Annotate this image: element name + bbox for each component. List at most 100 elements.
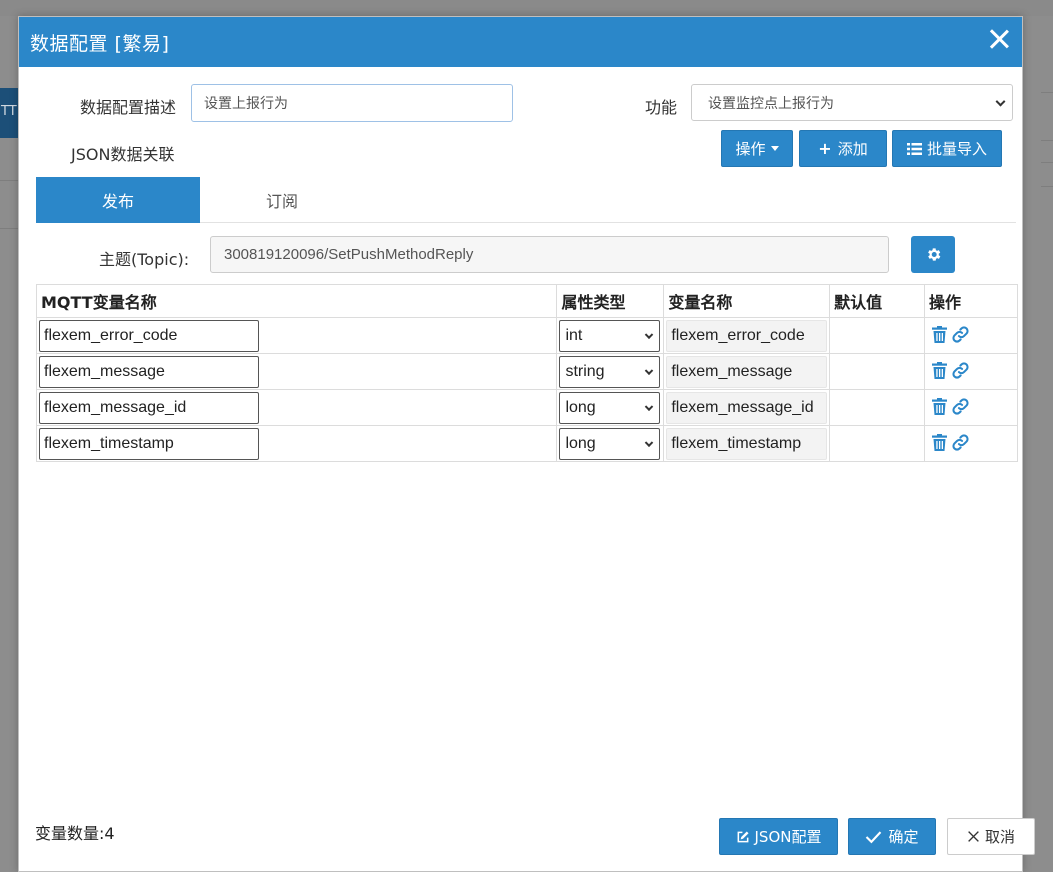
var-name-field: flexem_message bbox=[666, 356, 828, 388]
cell-type: long bbox=[556, 389, 665, 426]
chevron-down-icon bbox=[645, 330, 654, 340]
dialog-title: 数据配置 [繁易] bbox=[30, 32, 170, 55]
mqtt-name-input[interactable]: flexem_message_id bbox=[39, 392, 259, 424]
cell-actions bbox=[924, 425, 1018, 462]
trash-icon[interactable] bbox=[932, 398, 948, 415]
edit-icon bbox=[737, 830, 749, 842]
cell-mqtt-name: flexem_message_id bbox=[35, 389, 558, 426]
tab-bar: 发布 订阅 bbox=[36, 177, 1016, 223]
close-icon bbox=[968, 831, 979, 842]
mqtt-name-input[interactable]: flexem_message bbox=[39, 356, 259, 388]
type-select[interactable]: int bbox=[559, 320, 661, 352]
backdrop-left-button: TT bbox=[0, 88, 18, 138]
plus-icon: + bbox=[818, 139, 832, 158]
tab-publish[interactable]: 发布 bbox=[36, 177, 200, 223]
table-header-row: MQTT变量名称 属性类型 变量名称 默认值 操作 bbox=[35, 284, 1018, 318]
caret-down-icon bbox=[770, 146, 779, 151]
function-select-value: 设置监控点上报行为 bbox=[708, 95, 834, 112]
table-row: flexem_message string flexem_message bbox=[35, 353, 1018, 390]
col-var-name: 变量名称 bbox=[663, 284, 831, 318]
cell-mqtt-name: flexem_message bbox=[35, 353, 558, 390]
type-value: string bbox=[565, 363, 605, 380]
type-select[interactable]: long bbox=[559, 428, 661, 460]
tab-publish-label: 发布 bbox=[101, 192, 134, 211]
cell-default[interactable] bbox=[829, 353, 926, 390]
description-input[interactable] bbox=[191, 84, 513, 122]
trash-icon[interactable] bbox=[932, 434, 948, 451]
link-icon[interactable] bbox=[951, 433, 970, 452]
cell-actions bbox=[924, 317, 1018, 354]
data-config-dialog: 数据配置 [繁易] 数据配置描述 功能 设置监控点上报行为 JSON数据关联 操… bbox=[18, 16, 1035, 872]
list-icon bbox=[906, 142, 922, 155]
gear-icon bbox=[927, 248, 940, 261]
function-label: 功能 bbox=[645, 98, 678, 117]
cancel-button[interactable]: 取消 bbox=[947, 818, 1035, 855]
var-name-field: flexem_timestamp bbox=[666, 428, 828, 460]
cell-type: long bbox=[556, 425, 665, 462]
chevron-down-icon bbox=[645, 402, 654, 412]
operate-button-label: 操作 bbox=[735, 140, 766, 158]
chevron-down-icon bbox=[995, 96, 1006, 107]
mqtt-name-input[interactable]: flexem_error_code bbox=[39, 320, 259, 352]
backdrop-topbar bbox=[0, 0, 1053, 16]
table-row: flexem_message_id long flexem_message_id bbox=[35, 389, 1018, 426]
col-default: 默认值 bbox=[829, 284, 926, 318]
backdrop-divider bbox=[0, 228, 18, 229]
col-attr-type: 属性类型 bbox=[556, 284, 665, 318]
trash-icon[interactable] bbox=[932, 326, 948, 343]
chevron-down-icon bbox=[645, 366, 654, 376]
var-name-field: flexem_error_code bbox=[666, 320, 828, 352]
variable-count: 变量数量:4 bbox=[35, 824, 115, 843]
variables-table: MQTT变量名称 属性类型 变量名称 默认值 操作 flexem_error_c… bbox=[35, 284, 1018, 462]
close-icon[interactable] bbox=[986, 26, 1012, 52]
batch-import-label: 批量导入 bbox=[926, 140, 987, 158]
type-select[interactable]: long bbox=[559, 392, 661, 424]
cell-var-name: flexem_message_id bbox=[663, 389, 831, 426]
topic-value: 300819120096/SetPushMethodReply bbox=[224, 246, 474, 263]
cell-default[interactable] bbox=[829, 425, 926, 462]
tab-subscribe[interactable]: 订阅 bbox=[200, 177, 364, 223]
trash-icon[interactable] bbox=[932, 362, 948, 379]
link-icon[interactable] bbox=[951, 325, 970, 344]
table-row: flexem_timestamp long flexem_timestamp bbox=[35, 425, 1018, 462]
cell-type: int bbox=[556, 317, 665, 354]
cell-actions bbox=[924, 389, 1018, 426]
batch-import-button[interactable]: 批量导入 bbox=[892, 130, 1002, 167]
dialog-header: 数据配置 [繁易] bbox=[19, 17, 1022, 67]
cell-actions bbox=[924, 353, 1018, 390]
operate-dropdown-button[interactable]: 操作 bbox=[721, 130, 793, 167]
topic-input[interactable]: 300819120096/SetPushMethodReply bbox=[210, 236, 889, 273]
json-config-label: JSON配置 bbox=[754, 828, 822, 846]
type-select[interactable]: string bbox=[559, 356, 661, 388]
link-icon[interactable] bbox=[951, 361, 970, 380]
type-value: int bbox=[565, 327, 583, 344]
cell-var-name: flexem_timestamp bbox=[663, 425, 831, 462]
cell-var-name: flexem_error_code bbox=[663, 317, 831, 354]
description-label: 数据配置描述 bbox=[80, 98, 177, 117]
col-mqtt-name: MQTT变量名称 bbox=[35, 284, 558, 318]
topic-settings-button[interactable] bbox=[911, 236, 955, 273]
check-icon bbox=[866, 830, 882, 843]
mqtt-name-input[interactable]: flexem_timestamp bbox=[39, 428, 259, 460]
table-row: flexem_error_code int flexem_error_code bbox=[35, 317, 1018, 354]
chevron-down-icon bbox=[645, 438, 654, 448]
cancel-label: 取消 bbox=[984, 828, 1015, 846]
json-config-button[interactable]: JSON配置 bbox=[719, 818, 838, 855]
col-actions: 操作 bbox=[924, 284, 1018, 318]
topic-label: 主题(Topic): bbox=[99, 250, 190, 269]
type-value: long bbox=[565, 435, 596, 452]
cell-default[interactable] bbox=[829, 317, 926, 354]
backdrop-divider bbox=[1041, 162, 1053, 163]
backdrop-divider bbox=[0, 180, 18, 181]
link-icon[interactable] bbox=[951, 397, 970, 416]
tab-subscribe-label: 订阅 bbox=[265, 192, 298, 211]
add-button[interactable]: + 添加 bbox=[799, 130, 887, 167]
cell-default[interactable] bbox=[829, 389, 926, 426]
confirm-button[interactable]: 确定 bbox=[848, 818, 936, 855]
type-value: long bbox=[565, 399, 596, 416]
add-button-label: 添加 bbox=[837, 140, 868, 158]
confirm-label: 确定 bbox=[888, 828, 919, 846]
backdrop-divider bbox=[1041, 140, 1053, 141]
function-select[interactable]: 设置监控点上报行为 bbox=[691, 84, 1013, 121]
cell-mqtt-name: flexem_timestamp bbox=[35, 425, 558, 462]
